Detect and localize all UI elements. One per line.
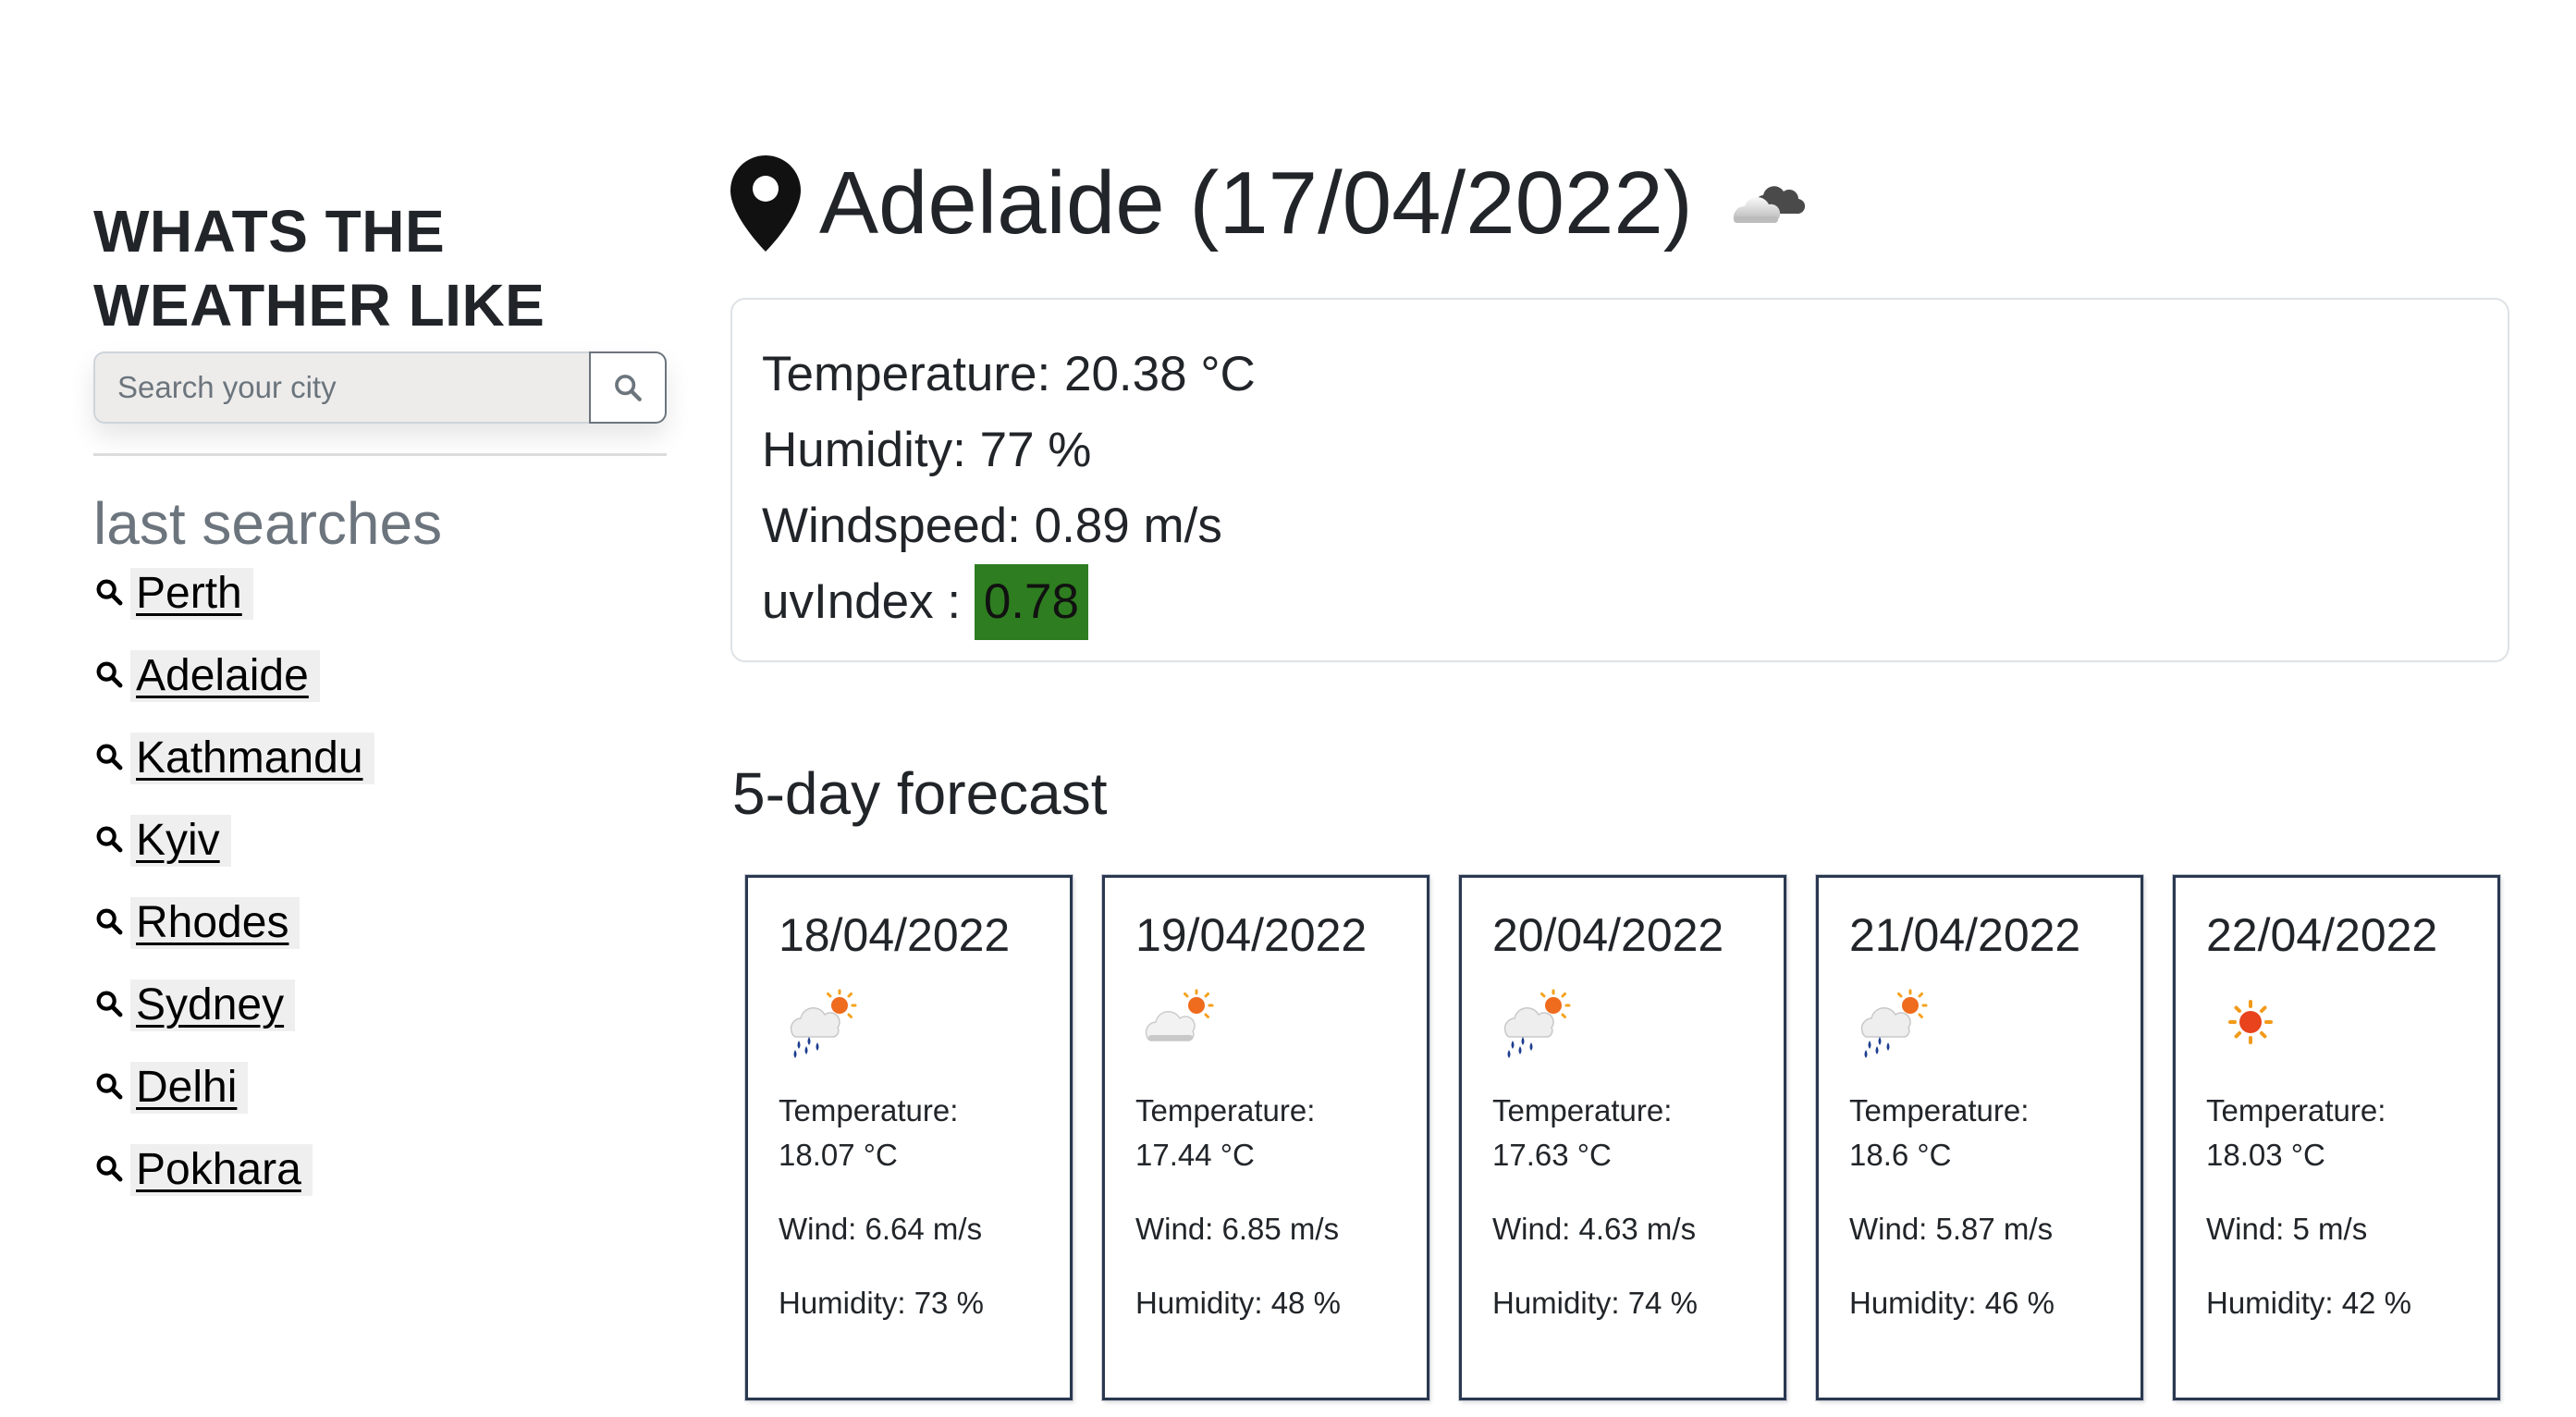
forecast-temperature-label: Temperature: [1135, 1093, 1316, 1127]
history-item-rhodes: Rhodes [93, 897, 374, 980]
forecast-temperature-value: 17.44 °C [1135, 1138, 1255, 1172]
current-city-title: Adelaide (17/04/2022) [819, 154, 1693, 253]
search-icon [93, 650, 130, 698]
search-icon [93, 568, 130, 616]
uv-index-badge: 0.78 [974, 564, 1088, 640]
current-city-header: Adelaide (17/04/2022) [730, 148, 1808, 259]
app-title: WHATS THE WEATHER LIKE [93, 194, 667, 342]
search-bar [93, 351, 667, 424]
forecast-date: 20/04/2022 [1492, 909, 1724, 961]
history-link-rhodes[interactable]: Rhodes [130, 897, 301, 949]
history-heading: last searches [93, 490, 443, 557]
forecast-temperature-label: Temperature: [779, 1093, 959, 1127]
forecast-temperature-value: 18.03 °C [2206, 1138, 2325, 1172]
history-link-kyiv[interactable]: Kyiv [130, 815, 231, 867]
uv-index-label: uvIndex : [762, 574, 975, 629]
sidebar: WHATS THE WEATHER LIKE last searches Per… [93, 194, 667, 1196]
forecast-wind: Wind: 6.64 m/s [779, 1212, 983, 1246]
forecast-date: 18/04/2022 [779, 909, 1011, 961]
forecast-temperature: Temperature: 18.07 °C [779, 1089, 1070, 1177]
forecast-date: 22/04/2022 [2206, 909, 2438, 961]
search-icon [93, 733, 130, 781]
history-link-adelaide[interactable]: Adelaide [130, 650, 320, 702]
search-icon [93, 815, 130, 863]
forecast-humidity: Humidity: 46 % [1849, 1286, 2055, 1320]
forecast-temperature-value: 18.6 °C [1849, 1138, 1952, 1172]
forecast-wind: Wind: 5 m/s [2206, 1212, 2368, 1246]
forecast-wind: Wind: 4.63 m/s [1492, 1212, 1697, 1246]
rain-sun-icon [1860, 989, 1928, 1058]
sun-icon [2228, 1000, 2273, 1044]
search-icon [93, 897, 130, 945]
forecast-card: 21/04/2022 Temperature: 18.6 °C Wind: 5.… [1816, 875, 2143, 1400]
history-item-pokhara: Pokhara [93, 1144, 374, 1226]
forecast-temperature: Temperature: 17.44 °C [1135, 1089, 1427, 1177]
forecast-temperature-label: Temperature: [1492, 1093, 1673, 1127]
forecast-temperature-label: Temperature: [1849, 1093, 2030, 1127]
history-item-delhi: Delhi [93, 1062, 374, 1144]
current-uv-row: uvIndex : 0.78 [762, 564, 2478, 640]
forecast-humidity: Humidity: 42 % [2206, 1286, 2411, 1320]
cloud-sun-icon [1145, 989, 1214, 1041]
forecast-temperature: Temperature: 18.03 °C [2206, 1089, 2497, 1177]
broken-clouds-icon [1733, 186, 1805, 223]
forecast-wind: Wind: 5.87 m/s [1849, 1212, 2054, 1246]
forecast-date: 21/04/2022 [1849, 909, 2081, 961]
history-link-perth[interactable]: Perth [130, 568, 253, 620]
history-link-kathmandu[interactable]: Kathmandu [130, 733, 374, 784]
search-icon [93, 980, 130, 1028]
search-icon [615, 375, 642, 401]
forecast-humidity: Humidity: 48 % [1135, 1286, 1341, 1320]
sidebar-divider [93, 453, 667, 456]
forecast-date: 19/04/2022 [1135, 909, 1368, 961]
forecast-temperature-value: 17.63 °C [1492, 1138, 1612, 1172]
current-temperature: Temperature: 20.38 °C [762, 347, 1256, 401]
forecast-humidity: Humidity: 74 % [1492, 1286, 1698, 1320]
app-title-line2: WEATHER LIKE [93, 272, 546, 339]
history-item-perth: Perth [93, 568, 374, 650]
forecast-temperature-value: 18.07 °C [779, 1138, 898, 1172]
current-windspeed: Windspeed: 0.89 m/s [762, 499, 1222, 553]
app-title-line1: WHATS THE [93, 198, 446, 265]
forecast-temperature-label: Temperature: [2206, 1093, 2386, 1127]
current-humidity: Humidity: 77 % [762, 423, 1092, 477]
rain-sun-icon [1503, 989, 1571, 1058]
rain-sun-icon [790, 989, 857, 1058]
search-icon [93, 1062, 130, 1110]
forecast-temperature: Temperature: 17.63 °C [1492, 1089, 1784, 1177]
search-icon [93, 1144, 130, 1192]
history-link-pokhara[interactable]: Pokhara [130, 1144, 313, 1196]
history-item-kyiv: Kyiv [93, 815, 374, 897]
current-weather-card: Temperature: 20.38 °C Humidity: 77 % Win… [730, 298, 2509, 662]
forecast-humidity: Humidity: 73 % [779, 1286, 984, 1320]
forecast-card: 18/04/2022 Temperature: 18.07 °C Wind: 6… [745, 875, 1073, 1400]
location-pin-icon [730, 155, 801, 252]
city-search-input[interactable] [93, 351, 589, 424]
forecast-heading: 5-day forecast [732, 760, 1108, 827]
forecast-cards: 18/04/2022 Temperature: 18.07 °C Wind: 6… [745, 875, 2500, 1400]
history-item-kathmandu: Kathmandu [93, 733, 374, 815]
history-item-adelaide: Adelaide [93, 650, 374, 733]
forecast-card: 19/04/2022 Temperature: 17.44 °C Wind: 6… [1102, 875, 1429, 1400]
history-link-sydney[interactable]: Sydney [130, 980, 296, 1031]
forecast-temperature: Temperature: 18.6 °C [1849, 1089, 2141, 1177]
history-item-sydney: Sydney [93, 980, 374, 1062]
forecast-card: 22/04/2022 Temperature: 18.03 °C Wind: 5… [2173, 875, 2500, 1400]
forecast-wind: Wind: 6.85 m/s [1135, 1212, 1340, 1246]
history-link-delhi[interactable]: Delhi [130, 1062, 249, 1114]
search-button[interactable] [589, 351, 667, 424]
search-history-list: Perth Adelaide Kathmandu Kyiv Rhodes Syd… [93, 568, 374, 1226]
forecast-card: 20/04/2022 Temperature: 17.63 °C Wind: 4… [1459, 875, 1786, 1400]
